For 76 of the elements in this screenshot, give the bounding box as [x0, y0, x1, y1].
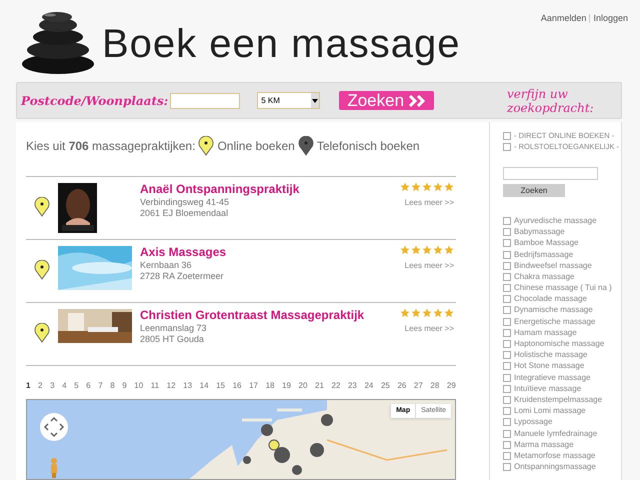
filter-search-button[interactable]: Zoeken	[503, 184, 565, 198]
distance-value: 5 KM	[261, 94, 280, 106]
site-title: Boek een massage	[102, 24, 460, 64]
listing-title[interactable]: Axis Massages	[140, 245, 226, 260]
header-link[interactable]: Inloggen	[593, 12, 628, 26]
search-button[interactable]: Zoeken	[339, 91, 434, 110]
massage-type-label: Hot Stone massage	[514, 360, 584, 372]
page-link[interactable]: 25	[380, 380, 390, 392]
page-link[interactable]: 10	[134, 380, 144, 392]
page-link[interactable]: 11	[150, 380, 160, 392]
refine-heading: verfijn uw zoekopdracht:	[507, 86, 595, 114]
massage-type-label: Marma massage	[514, 438, 574, 451]
massage-type-label: Ayurvedische massage	[514, 214, 597, 227]
legend-label: Online boeken	[217, 138, 295, 155]
page-link[interactable]: 19	[282, 380, 291, 392]
address-text: Verbindingsweg 41-45	[140, 197, 230, 208]
page-link[interactable]: 24	[364, 380, 374, 392]
page-link[interactable]: 23	[348, 380, 357, 392]
page-link[interactable]: 26	[397, 380, 406, 392]
page-link[interactable]: 9	[122, 380, 127, 392]
page-link[interactable]: 29	[446, 380, 456, 392]
page-link[interactable]: 6	[86, 380, 91, 392]
read-more-link[interactable]: Lees meer >>	[404, 260, 454, 272]
massage-type-label: Bedrijfsmassage	[514, 248, 574, 261]
page-link[interactable]: 8	[110, 380, 115, 392]
address-text: 2805 HT Gouda	[140, 334, 205, 345]
massage-type-label: Holistische massage	[514, 349, 588, 362]
read-more-link[interactable]: Lees meer >>	[404, 323, 454, 335]
page-link[interactable]: 21	[315, 380, 324, 392]
massage-type-label: Ontspanningsmassage	[514, 461, 596, 474]
page-link[interactable]: 12	[166, 380, 176, 392]
page-link[interactable]: 7	[98, 380, 103, 392]
massage-type-label: Intuïtieve massage	[514, 382, 582, 395]
read-more-link[interactable]: Lees meer >>	[404, 197, 454, 209]
distance-dropdown[interactable]: 5 KM	[257, 92, 320, 109]
address-text: 2061 EJ Bloemendaal	[140, 208, 230, 219]
massage-type-label: Babymassage	[514, 226, 565, 238]
postcode-label: Postcode/Woonplaats:	[21, 92, 168, 110]
page-link[interactable]: 14	[200, 380, 209, 392]
page-link[interactable]: 3	[50, 380, 55, 392]
page-link[interactable]: 28	[430, 380, 440, 392]
address-text: Leenmanslag 73	[140, 323, 208, 334]
massage-type-label: Chinese massage ( Tui na )	[514, 282, 612, 294]
massage-type-label: Bindweefsel massage	[514, 260, 592, 272]
page-link[interactable]: 17	[249, 380, 258, 392]
massage-type-label: Chocolade massage	[514, 293, 587, 306]
massage-type-label: Hamam massage	[514, 326, 577, 339]
massage-type-label: Lomi Lomi massage	[514, 405, 586, 418]
massage-type-label: Haptonomische massage	[514, 338, 604, 350]
massage-type-label: Lypossage	[514, 416, 552, 428]
massage-type-label: Dynamische massage	[514, 304, 593, 316]
massage-type-label: Metamorfose massage	[514, 450, 596, 462]
massage-type-label: Bamboe Massage	[514, 237, 578, 250]
page-link[interactable]: 13	[183, 380, 192, 392]
massage-type-label: Kruidenstempelmassage	[514, 394, 602, 406]
address-text: 2728 RA Zoetermeer	[140, 271, 225, 282]
page-link[interactable]: 2	[38, 380, 42, 392]
page-link[interactable]: 18	[266, 380, 274, 392]
intro-text: Kies uit 706 massagepraktijken:	[26, 138, 196, 155]
massage-type-label: Integratieve massage	[514, 372, 590, 384]
page-link[interactable]: 27	[414, 380, 423, 392]
legend-label: Telefonisch boeken	[316, 138, 420, 155]
page-link[interactable]: 22	[332, 380, 340, 392]
listing-title[interactable]: Anaël Ontspanningspraktijk	[140, 182, 300, 197]
page-link[interactable]: 4	[62, 380, 67, 392]
page-link[interactable]: 16	[232, 380, 242, 392]
listing-title[interactable]: Christien Grotentraast Massagepraktijk	[140, 308, 364, 323]
page-link[interactable]: 20	[298, 380, 308, 392]
massage-type-label: Manuele lymfedrainage	[514, 428, 598, 440]
page-link[interactable]: 15	[216, 380, 226, 392]
massage-type-label: Energetische massage	[514, 316, 596, 328]
header-link[interactable]: Aanmelden	[540, 12, 586, 26]
page-link[interactable]: 1	[26, 380, 30, 392]
address-text: Kernbaan 36	[140, 260, 193, 271]
massage-type-label: Chakra massage	[514, 270, 574, 283]
page-link[interactable]: 5	[74, 380, 79, 392]
